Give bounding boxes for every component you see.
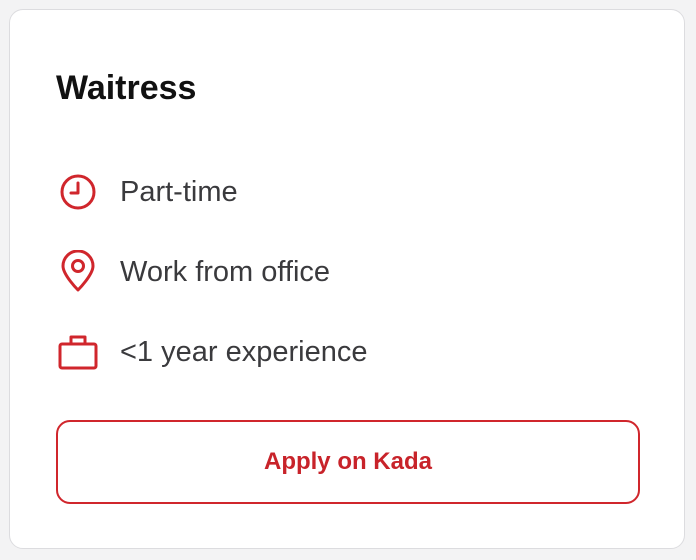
job-card: Waitress Part-time Work from office <1 y… xyxy=(9,9,685,549)
job-type-label: Part-time xyxy=(120,176,238,208)
location-pin-icon xyxy=(56,250,100,294)
clock-icon xyxy=(56,170,100,214)
apply-button-label: Apply on Kada xyxy=(263,448,432,475)
apply-button[interactable]: Apply on Kada xyxy=(56,420,640,504)
job-location-label: Work from office xyxy=(120,256,331,288)
job-detail-type: Part-time xyxy=(56,170,238,214)
job-title: Waitress xyxy=(56,69,197,107)
job-experience-label: <1 year experience xyxy=(120,336,368,368)
job-detail-location: Work from office xyxy=(56,250,330,294)
job-detail-experience: <1 year experience xyxy=(56,330,367,374)
briefcase-icon xyxy=(56,330,100,374)
